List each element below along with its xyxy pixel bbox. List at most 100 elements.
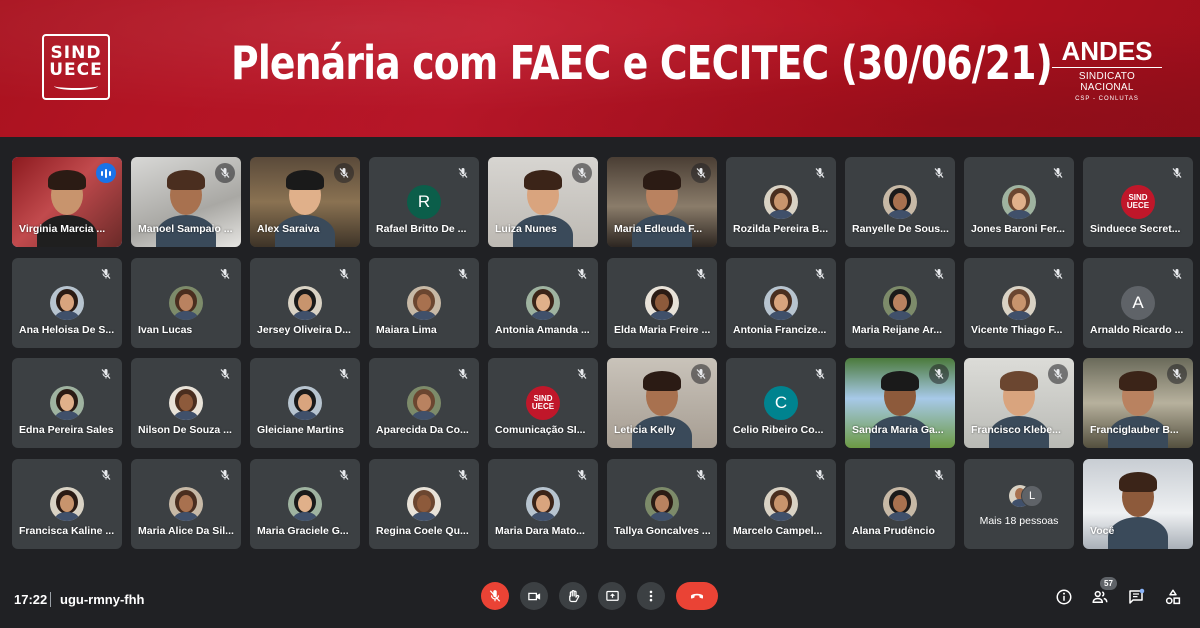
participant-tile[interactable]: Nilson De Souza ... <box>131 358 241 448</box>
sinduece-avatar: SIND UECE <box>526 386 560 420</box>
participant-tile[interactable]: Virginia Marcia ... <box>12 157 122 247</box>
participant-name: Leticia Kelly <box>614 424 676 436</box>
mic-off-icon <box>934 269 944 279</box>
participant-tile[interactable]: Leticia Kelly <box>607 358 717 448</box>
end-call-button[interactable] <box>676 582 718 610</box>
participant-tile[interactable]: Ana Heloisa De S... <box>12 258 122 348</box>
mic-off-icon <box>453 163 473 183</box>
mic-off-icon <box>934 369 944 379</box>
more-options-icon <box>649 590 653 602</box>
avatar <box>883 185 917 219</box>
participant-name: Alex Saraiva <box>257 223 320 235</box>
participant-tile[interactable]: Alex Saraiva <box>250 157 360 247</box>
participant-tile[interactable]: C Celio Ribeiro Co... <box>726 358 836 448</box>
more-participants-label: Mais 18 pessoas <box>979 515 1059 527</box>
avatar <box>50 386 84 420</box>
participant-tile[interactable]: Elda Maria Freire ... <box>607 258 717 348</box>
mic-off-icon <box>215 264 235 284</box>
participant-tile[interactable]: Você <box>1083 459 1193 549</box>
mic-off-icon <box>96 264 116 284</box>
avatar <box>407 286 441 320</box>
mic-off-icon <box>220 168 230 178</box>
mic-off-icon <box>458 470 468 480</box>
participant-name: Nilson De Souza ... <box>138 424 232 436</box>
raise-hand-button[interactable] <box>559 582 587 610</box>
participant-tile[interactable]: A Arnaldo Ricardo ... <box>1083 258 1193 348</box>
avatar <box>645 286 679 320</box>
participant-name: Jones Baroni Fer... <box>971 223 1065 235</box>
participant-tile[interactable]: Antonia Francize... <box>726 258 836 348</box>
participant-tile[interactable]: SIND UECE Comunicação SI... <box>488 358 598 448</box>
participant-tile[interactable]: Gleiciane Martins <box>250 358 360 448</box>
avatar <box>645 487 679 521</box>
avatar <box>407 386 441 420</box>
mic-off-icon <box>934 168 944 178</box>
participant-tile[interactable]: Jersey Oliveira D... <box>250 258 360 348</box>
participant-tile[interactable]: Maria Edleuda F... <box>607 157 717 247</box>
participant-name: Rozilda Pereira B... <box>733 223 829 235</box>
participant-name: Maria Graciele G... <box>257 525 349 537</box>
mic-off-icon <box>220 269 230 279</box>
participant-tile[interactable]: Marcelo Campel... <box>726 459 836 549</box>
camera-button[interactable] <box>520 582 548 610</box>
mic-off-icon <box>934 470 944 480</box>
mic-off-icon <box>815 269 825 279</box>
mic-off-icon <box>453 364 473 384</box>
participant-tile[interactable]: Edna Pereira Sales <box>12 358 122 448</box>
logo-line-2: UECE <box>49 59 103 80</box>
avatar <box>407 487 441 521</box>
participant-tile[interactable]: Rozilda Pereira B... <box>726 157 836 247</box>
divider <box>50 592 51 607</box>
participant-name: Sinduece Secret... <box>1090 223 1181 235</box>
participant-tile[interactable]: Regina Coele Qu... <box>369 459 479 549</box>
mic-off-icon <box>696 269 706 279</box>
andes-subtitle: SINDICATO NACIONAL <box>1078 71 1136 93</box>
participant-tile[interactable]: R Rafael Britto De ... <box>369 157 479 247</box>
mic-off-icon <box>1172 369 1182 379</box>
participant-name: Arnaldo Ricardo ... <box>1090 324 1184 336</box>
participant-tile[interactable]: Maria Graciele G... <box>250 459 360 549</box>
participant-tile[interactable]: Vicente Thiago F... <box>964 258 1074 348</box>
mic-off-icon <box>220 369 230 379</box>
more-participants-tile[interactable]: L Mais 18 pessoas <box>964 459 1074 549</box>
participant-tile[interactable]: Manoel Sampaio ... <box>131 157 241 247</box>
participant-tile[interactable]: Antonia Amanda ... <box>488 258 598 348</box>
participant-hair <box>167 170 205 190</box>
participant-tile[interactable]: Alana Prudêncio <box>845 459 955 549</box>
participant-tile[interactable]: Francisca Kaline ... <box>12 459 122 549</box>
participant-tile[interactable]: Maria Reijane Ar... <box>845 258 955 348</box>
mic-off-icon <box>929 163 949 183</box>
avatar <box>526 286 560 320</box>
participant-tile[interactable]: Jones Baroni Fer... <box>964 157 1074 247</box>
present-screen-button[interactable] <box>598 582 626 610</box>
participant-tile[interactable]: Sandra Maria Ga... <box>845 358 955 448</box>
more-options-button[interactable] <box>637 582 665 610</box>
mic-off-icon <box>215 465 235 485</box>
activities-button[interactable] <box>1162 586 1184 608</box>
chat-button[interactable] <box>1125 586 1147 608</box>
book-icon <box>54 82 98 90</box>
participant-tile[interactable]: Franciglauber B... <box>1083 358 1193 448</box>
avatar <box>1002 185 1036 219</box>
participant-tile[interactable]: Francisco Klebe... <box>964 358 1074 448</box>
participant-tile[interactable]: Maria Alice Da Sil... <box>131 459 241 549</box>
participant-tile[interactable]: Maria Dara Mato... <box>488 459 598 549</box>
mic-off-icon <box>696 168 706 178</box>
participant-name: Maria Edleuda F... <box>614 223 703 235</box>
mic-off-button[interactable] <box>481 582 509 610</box>
participant-tile[interactable]: Ranyelle De Sous... <box>845 157 955 247</box>
participant-tile[interactable]: SIND UECE Sinduece Secret... <box>1083 157 1193 247</box>
mic-off-icon <box>929 465 949 485</box>
participant-tile[interactable]: Aparecida Da Co... <box>369 358 479 448</box>
participant-name: Ivan Lucas <box>138 324 193 336</box>
mic-off-icon <box>96 465 116 485</box>
participant-tile[interactable]: Maiara Lima <box>369 258 479 348</box>
participant-tile[interactable]: Ivan Lucas <box>131 258 241 348</box>
mic-off-icon <box>577 269 587 279</box>
participant-tile[interactable]: Luiza Nunes <box>488 157 598 247</box>
mic-off-icon <box>339 269 349 279</box>
participant-tile[interactable]: Tallya Goncalves ... <box>607 459 717 549</box>
chat-icon <box>1129 588 1145 604</box>
meeting-info-button[interactable] <box>1053 586 1075 608</box>
page-title: Plenária com FAEC e CECITEC (30/06/21) <box>231 36 1053 90</box>
